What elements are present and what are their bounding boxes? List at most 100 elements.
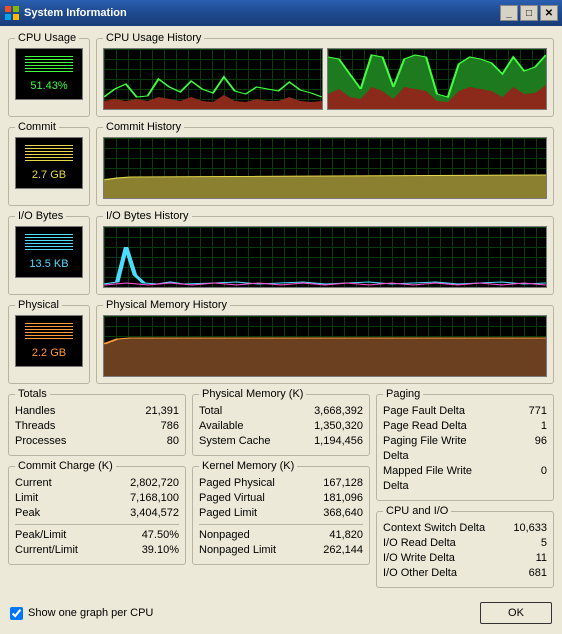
io-history-chart bbox=[103, 226, 547, 288]
pg-write-value: 96 bbox=[487, 434, 547, 464]
ci-other-label: I/O Other Delta bbox=[383, 566, 457, 581]
ci-write-value: 11 bbox=[487, 551, 547, 566]
commit-gauge-value: 2.7 GB bbox=[32, 169, 66, 181]
ci-ctx-value: 10,633 bbox=[487, 521, 547, 536]
commit-gauge-bars bbox=[25, 145, 73, 163]
commit-gauge: 2.7 GB bbox=[15, 137, 83, 189]
cc-limit-label: Limit bbox=[15, 491, 38, 506]
show-one-graph-checkbox[interactable] bbox=[10, 607, 23, 620]
commit-charge-legend: Commit Charge (K) bbox=[15, 460, 116, 472]
ci-read-value: 5 bbox=[487, 536, 547, 551]
cpu-history-legend: CPU Usage History bbox=[103, 32, 204, 44]
phys-gauge: 2.2 GB bbox=[15, 315, 83, 367]
km-pv-label: Paged Virtual bbox=[199, 491, 265, 506]
km-pl-label: Paged Limit bbox=[199, 506, 257, 521]
cpu-gauge-bars bbox=[25, 56, 73, 74]
pg-write-label: Paging File Write Delta bbox=[383, 434, 487, 464]
paging-box: Paging Page Fault Delta 771 Page Read Del… bbox=[376, 388, 554, 501]
io-history-legend: I/O Bytes History bbox=[103, 210, 192, 222]
pg-fault-label: Page Fault Delta bbox=[383, 404, 465, 419]
phys-history-legend: Physical Memory History bbox=[103, 299, 230, 311]
show-one-graph-label: Show one graph per CPU bbox=[28, 607, 153, 619]
km-pp-value: 167,128 bbox=[303, 476, 363, 491]
io-gauge-legend: I/O Bytes bbox=[15, 210, 66, 222]
phys-gauge-legend: Physical bbox=[15, 299, 62, 311]
phys-history-chart bbox=[103, 315, 547, 377]
io-history-box: I/O Bytes History bbox=[96, 210, 554, 295]
cpu-gauge-box: CPU Usage 51.43% bbox=[8, 32, 90, 117]
titlebar: System Information _ □ ✕ bbox=[0, 0, 562, 26]
maximize-button[interactable]: □ bbox=[520, 5, 538, 21]
cc-curlimit-label: Current/Limit bbox=[15, 543, 78, 558]
totals-legend: Totals bbox=[15, 388, 50, 400]
close-button[interactable]: ✕ bbox=[540, 5, 558, 21]
commit-gauge-box: Commit 2.7 GB bbox=[8, 121, 90, 206]
cpuio-legend: CPU and I/O bbox=[383, 505, 451, 517]
commit-history-legend: Commit History bbox=[103, 121, 184, 133]
cc-current-value: 2,802,720 bbox=[119, 476, 179, 491]
km-np-label: Nonpaged bbox=[199, 528, 250, 543]
cc-peaklimit-label: Peak/Limit bbox=[15, 528, 66, 543]
cpu-gauge-value: 51.43% bbox=[30, 80, 67, 92]
km-np-value: 41,820 bbox=[303, 528, 363, 543]
app-icon bbox=[4, 5, 20, 21]
kernel-legend: Kernel Memory (K) bbox=[199, 460, 297, 472]
km-pl-value: 368,640 bbox=[303, 506, 363, 521]
cpu-history-chart-1 bbox=[327, 48, 547, 110]
pm-avail-label: Available bbox=[199, 419, 243, 434]
cc-peak-label: Peak bbox=[15, 506, 40, 521]
km-pp-label: Paged Physical bbox=[199, 476, 275, 491]
pm-total-value: 3,668,392 bbox=[303, 404, 363, 419]
commit-gauge-legend: Commit bbox=[15, 121, 59, 133]
threads-label: Threads bbox=[15, 419, 55, 434]
phys-history-box: Physical Memory History bbox=[96, 299, 554, 384]
cpu-history-chart-0 bbox=[103, 48, 323, 110]
window-title: System Information bbox=[24, 7, 127, 19]
paging-legend: Paging bbox=[383, 388, 423, 400]
handles-label: Handles bbox=[15, 404, 55, 419]
pg-mapped-value: 0 bbox=[487, 464, 547, 494]
io-gauge-box: I/O Bytes 13.5 KB bbox=[8, 210, 90, 295]
io-gauge-bars bbox=[25, 234, 73, 252]
pm-cache-label: System Cache bbox=[199, 434, 271, 449]
physmem-legend: Physical Memory (K) bbox=[199, 388, 306, 400]
footer: Show one graph per CPU OK bbox=[0, 596, 562, 634]
ok-button[interactable]: OK bbox=[480, 602, 552, 624]
cpu-gauge: 51.43% bbox=[15, 48, 83, 100]
pm-cache-value: 1,194,456 bbox=[303, 434, 363, 449]
km-pv-value: 181,096 bbox=[303, 491, 363, 506]
phys-gauge-value: 2.2 GB bbox=[32, 347, 66, 359]
cc-peak-value: 3,404,572 bbox=[119, 506, 179, 521]
pg-mapped-label: Mapped File Write Delta bbox=[383, 464, 487, 494]
km-npl-label: Nonpaged Limit bbox=[199, 543, 276, 558]
threads-value: 786 bbox=[119, 419, 179, 434]
cpu-history-box: CPU Usage History bbox=[96, 32, 554, 117]
commit-history-box: Commit History bbox=[96, 121, 554, 206]
commit-charge-box: Commit Charge (K) Current2,802,720 Limit… bbox=[8, 460, 186, 565]
physmem-box: Physical Memory (K) Total 3,668,392 Avail… bbox=[192, 388, 370, 456]
pg-fault-value: 771 bbox=[487, 404, 547, 419]
totals-box: Totals Handles 21,391 Threads 786 Processe… bbox=[8, 388, 186, 456]
pm-total-label: Total bbox=[199, 404, 222, 419]
ci-write-label: I/O Write Delta bbox=[383, 551, 455, 566]
phys-gauge-box: Physical 2.2 GB bbox=[8, 299, 90, 384]
pm-avail-value: 1,350,320 bbox=[303, 419, 363, 434]
km-npl-value: 262,144 bbox=[303, 543, 363, 558]
handles-value: 21,391 bbox=[119, 404, 179, 419]
cpu-gauge-legend: CPU Usage bbox=[15, 32, 79, 44]
pg-read-value: 1 bbox=[487, 419, 547, 434]
io-gauge-value: 13.5 KB bbox=[29, 258, 68, 270]
procs-label: Processes bbox=[15, 434, 66, 449]
commit-history-chart bbox=[103, 137, 547, 199]
phys-gauge-bars bbox=[25, 323, 73, 341]
ci-read-label: I/O Read Delta bbox=[383, 536, 456, 551]
minimize-button[interactable]: _ bbox=[500, 5, 518, 21]
kernel-box: Kernel Memory (K) Paged Physical167,128 … bbox=[192, 460, 370, 565]
ci-other-value: 681 bbox=[487, 566, 547, 581]
cc-curlimit-value: 39.10% bbox=[119, 543, 179, 558]
cc-peaklimit-value: 47.50% bbox=[119, 528, 179, 543]
cc-limit-value: 7,168,100 bbox=[119, 491, 179, 506]
pg-read-label: Page Read Delta bbox=[383, 419, 467, 434]
procs-value: 80 bbox=[119, 434, 179, 449]
ci-ctx-label: Context Switch Delta bbox=[383, 521, 485, 536]
